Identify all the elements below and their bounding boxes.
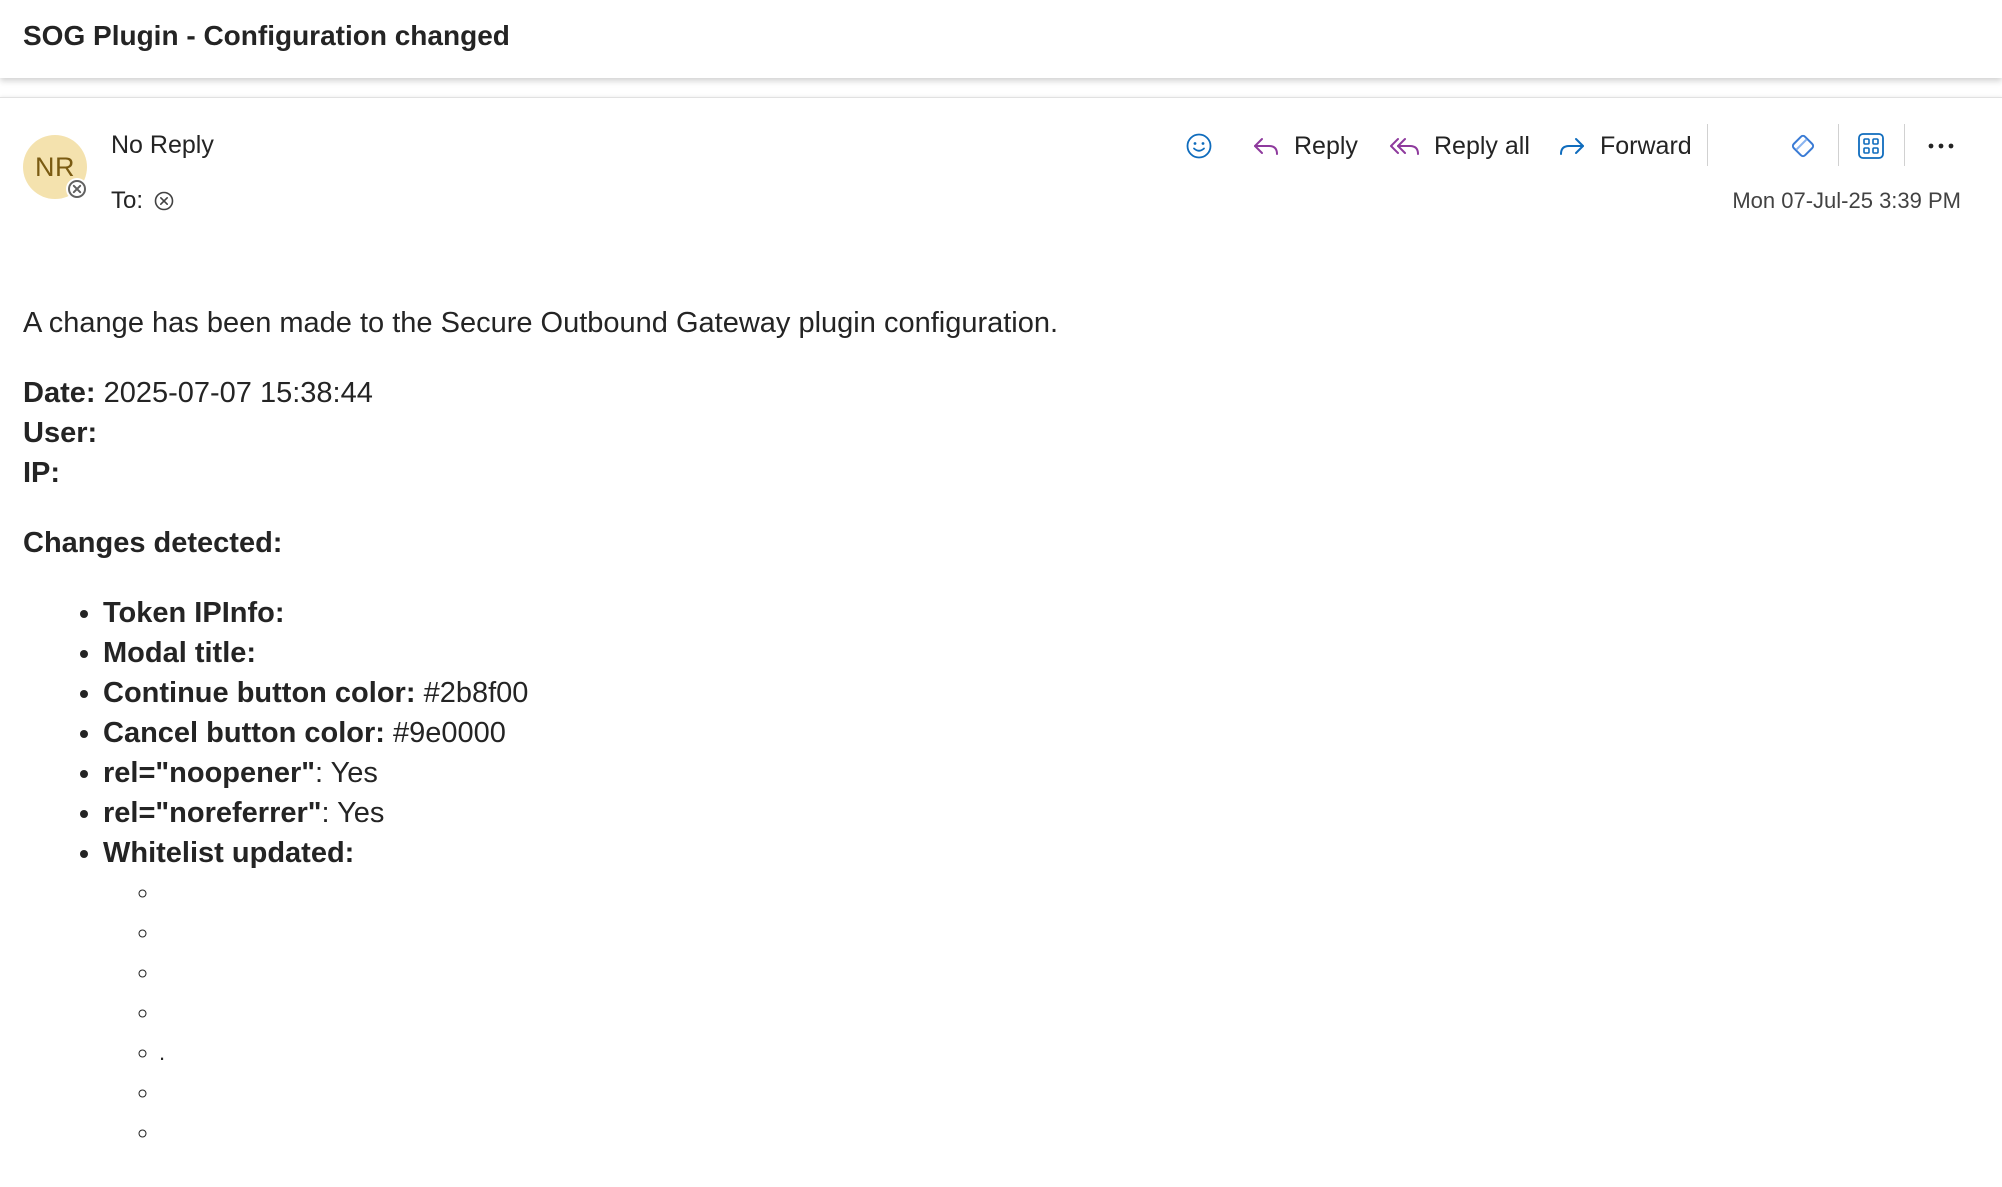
whitelist-item: . [159, 1033, 1923, 1073]
reply-all-label: Reply all [1434, 131, 1530, 160]
presence-blocked-icon [66, 178, 88, 200]
whitelist-item [159, 953, 1923, 993]
more-actions-button[interactable] [1924, 122, 1958, 170]
forward-label: Forward [1600, 131, 1692, 160]
to-label: To: [111, 187, 144, 214]
reply-all-arrow-icon [1390, 138, 1419, 155]
user-line: User: [23, 413, 1923, 453]
loop-app-button[interactable] [1786, 122, 1820, 170]
whitelist-item [159, 873, 1923, 913]
whitelist-item [159, 1113, 1923, 1153]
toolbar-divider [1904, 124, 1905, 166]
ip-line: IP: [23, 453, 1923, 493]
change-value: : Yes [321, 797, 385, 829]
reply-all-button[interactable]: Reply all [1388, 122, 1530, 170]
toolbar-divider [1707, 124, 1708, 166]
changes-list: Token IPInfo: Modal title: Continue butt… [23, 593, 1923, 1153]
change-label: Continue button color: [103, 677, 416, 709]
toolbar-divider [1838, 124, 1839, 166]
forward-button[interactable]: Forward [1556, 122, 1692, 170]
reply-arrow-icon [1254, 138, 1278, 155]
list-item: Token IPInfo: [103, 593, 1923, 633]
forward-arrow-icon [1560, 138, 1584, 155]
change-value: : Yes [315, 757, 378, 789]
loop-diamond-icon [1791, 134, 1815, 158]
message-body: A change has been made to the Secure Out… [23, 303, 1923, 1153]
ip-label: IP: [23, 457, 61, 489]
apps-button[interactable] [1856, 122, 1886, 170]
received-timestamp: Mon 07-Jul-25 3:39 PM [1732, 188, 1961, 213]
change-label: rel="noopener" [103, 757, 316, 789]
reply-button[interactable]: Reply [1250, 122, 1358, 170]
subject-bar: SOG Plugin - Configuration changed [0, 0, 2002, 78]
list-item: Modal title: [103, 633, 1923, 673]
list-item: Continue button color: #2b8f00 [103, 673, 1923, 713]
change-value: #9e0000 [393, 717, 506, 749]
change-label: rel="noreferrer" [103, 797, 322, 829]
emoji-reaction-button[interactable] [1184, 122, 1214, 170]
list-item: Whitelist updated: . [103, 833, 1923, 1153]
user-label: User: [23, 417, 98, 449]
list-item: rel="noreferrer": Yes [103, 793, 1923, 833]
subject-title: SOG Plugin - Configuration changed [23, 20, 510, 51]
list-item: Cancel button color: #9e0000 [103, 713, 1923, 753]
whitelist-item [159, 913, 1923, 953]
date-label: Date: [23, 377, 96, 409]
intro-text: A change has been made to the Secure Out… [23, 307, 1059, 339]
recipient-unknown-icon[interactable] [153, 190, 175, 212]
smiley-icon [1186, 133, 1212, 159]
message-card: NR No Reply To: Reply Reply all Forward … [0, 97, 2002, 1187]
change-label: Token IPInfo: [103, 597, 285, 629]
date-line: Date: 2025-07-07 15:38:44 [23, 373, 1923, 413]
whitelist-item [159, 1073, 1923, 1113]
list-item: rel="noopener": Yes [103, 753, 1923, 793]
change-label: Cancel button color: [103, 717, 385, 749]
reply-label: Reply [1294, 131, 1358, 160]
to-line: To: [111, 187, 175, 215]
change-label: Modal title: [103, 637, 257, 669]
whitelist-item [159, 993, 1923, 1033]
change-label: Whitelist updated: [103, 837, 355, 869]
changes-title: Changes detected: [23, 527, 283, 559]
message-toolbar: Reply Reply all Forward [0, 122, 2002, 170]
apps-grid-icon [1858, 133, 1884, 159]
meta-block: Date: 2025-07-07 15:38:44 User: IP: [23, 373, 1923, 493]
whitelist-list: . [103, 873, 1923, 1153]
date-value: 2025-07-07 15:38:44 [103, 377, 373, 409]
more-ellipsis-icon [1928, 143, 1954, 149]
change-value: #2b8f00 [423, 677, 529, 709]
